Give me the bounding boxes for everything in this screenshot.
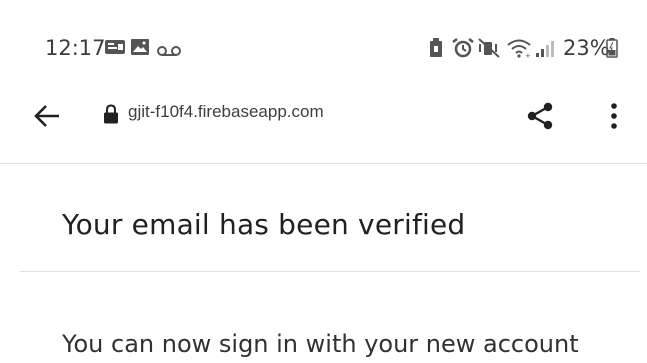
url-text[interactable]: gjit-f10f4.firebaseapp.com [128,102,324,122]
battery-percent: 23% [563,36,610,60]
share-icon[interactable] [525,101,555,136]
lock-icon[interactable] [103,104,119,129]
browser-screen: 12:17 + 23% gjit-f10f4.firebaseapp.com Y… [0,0,647,363]
mute-icon [478,38,500,62]
page-title: Your email has been verified [62,208,466,241]
voicemail-icon [156,42,182,61]
status-time: 12:17 [45,36,106,60]
status-bar: 12:17 + 23% [0,0,647,90]
battery-saver-icon [429,38,443,62]
signal-icon [535,38,557,62]
wifi-icon: + [506,38,532,62]
toolbar-divider [0,163,647,164]
back-arrow-icon[interactable] [34,104,60,133]
image-icon [130,38,150,60]
battery-icon [606,38,618,62]
content-divider [20,271,640,272]
page-message: You can now sign in with your new accoun… [62,330,579,358]
more-vert-icon[interactable] [609,102,619,135]
svg-text:+: + [525,52,531,58]
notification-icon [104,38,126,60]
alarm-icon [452,38,474,62]
